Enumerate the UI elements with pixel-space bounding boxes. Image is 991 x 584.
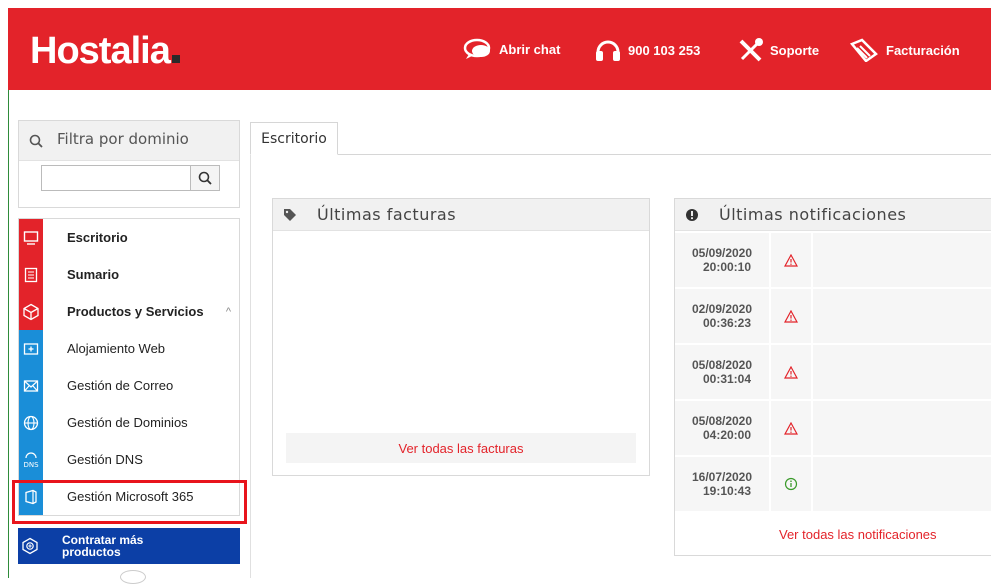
contratar-mas-productos-button[interactable]: Contratar más productos <box>18 528 240 564</box>
billing-button[interactable]: Facturación <box>848 38 960 62</box>
sidebar-item-label: Sumario <box>67 267 120 282</box>
warning-icon <box>784 309 798 323</box>
sidebar-item-label: Escritorio <box>67 230 128 245</box>
tag-icon <box>273 208 307 222</box>
billing-label: Facturación <box>886 42 960 58</box>
ver-todas-notificaciones-link[interactable]: Ver todas las notificaciones <box>675 519 991 549</box>
hexagon-plus-icon <box>18 528 42 564</box>
domain-search-input[interactable] <box>41 165 191 191</box>
notification-date: 05/09/2020 <box>691 246 753 260</box>
plus-box-icon <box>19 330 43 367</box>
tab-bar-border <box>250 154 991 155</box>
sidebar-item-label: Gestión de Dominios <box>67 415 188 430</box>
sidebar-item-correo[interactable]: Gestión de Correo <box>19 367 239 404</box>
search-icon <box>198 171 212 185</box>
notification-row[interactable]: 16/07/2020 19:10:43 <box>675 457 991 511</box>
tab-escritorio[interactable]: Escritorio <box>250 122 338 155</box>
sidebar-menu: Escritorio Sumario Productos y Servicios… <box>18 218 240 516</box>
notification-time: 00:31:04 <box>702 372 752 386</box>
sidebar-item-label: Gestión de Correo <box>67 378 174 393</box>
notification-time: 19:10:43 <box>702 484 752 498</box>
notifications-panel-title: Últimas notificaciones <box>719 205 907 224</box>
svg-text:DNS: DNS <box>23 461 39 469</box>
tools-icon <box>739 38 763 62</box>
sidebar-item-alojamiento[interactable]: Alojamiento Web <box>19 330 239 367</box>
support-button[interactable]: Soporte <box>738 38 819 62</box>
hostalia-logo[interactable]: Hostalia <box>30 30 180 73</box>
notification-row[interactable]: 05/09/2020 20:00:10 <box>675 233 991 287</box>
notification-date: 05/08/2020 <box>691 414 753 428</box>
monitor-icon <box>19 219 43 256</box>
notifications-panel-header: Últimas notificaciones <box>675 199 991 231</box>
domain-search-button[interactable] <box>190 165 220 191</box>
notification-date: 05/08/2020 <box>691 358 753 372</box>
notification-row[interactable]: 02/09/2020 00:36:23 <box>675 289 991 343</box>
notification-row[interactable]: 05/08/2020 04:20:00 <box>675 401 991 455</box>
scroll-handle[interactable] <box>120 570 146 584</box>
dns-icon: DNS <box>19 441 43 478</box>
search-icon <box>29 134 43 148</box>
mail-icon <box>19 367 43 404</box>
sidebar-item-label: Gestión DNS <box>67 452 143 467</box>
main-left-border <box>250 154 251 578</box>
billing-tag-icon <box>849 38 878 62</box>
invoices-panel-header: Últimas facturas <box>273 199 649 231</box>
sidebar-item-dns[interactable]: DNS Gestión DNS <box>19 441 239 478</box>
domain-filter-panel: Filtra por dominio <box>18 120 240 208</box>
chevron-up-icon[interactable]: ^ <box>226 306 231 318</box>
sidebar-item-productos[interactable]: Productos y Servicios ^ <box>19 293 239 330</box>
exclamation-circle-icon <box>675 208 709 222</box>
support-label: Soporte <box>770 42 820 58</box>
cube-icon <box>19 293 43 330</box>
cta-label-line2: productos <box>62 545 121 559</box>
warning-icon <box>784 365 798 379</box>
invoices-panel-title: Últimas facturas <box>317 205 457 224</box>
headset-icon <box>596 40 620 61</box>
sidebar-item-label: Productos y Servicios <box>67 304 204 319</box>
notification-time: 00:36:23 <box>702 316 752 330</box>
notification-date: 02/09/2020 <box>691 302 753 316</box>
warning-icon <box>784 421 798 435</box>
domain-filter-header: Filtra por dominio <box>19 121 239 161</box>
domain-filter-title: Filtra por dominio <box>57 131 189 148</box>
chat-bubble-icon <box>463 38 491 59</box>
info-circle-icon <box>784 477 798 491</box>
notification-date: 16/07/2020 <box>691 470 753 484</box>
notification-time: 20:00:10 <box>702 260 752 274</box>
warning-icon <box>784 253 798 267</box>
sidebar-item-label: Alojamiento Web <box>67 341 166 356</box>
phone-button[interactable]: 900 103 253 <box>594 38 700 62</box>
phone-number: 900 103 253 <box>628 42 701 58</box>
ver-todas-facturas-link[interactable]: Ver todas las facturas <box>286 433 636 463</box>
microsoft365-highlight-box <box>12 480 247 524</box>
globe-icon <box>19 404 43 441</box>
notifications-panel: Últimas notificaciones 05/09/2020 20:00:1… <box>674 198 991 556</box>
top-header: Hostalia Abrir chat 900 103 253 Soporte <box>8 8 991 90</box>
invoices-panel: Últimas facturas Ver todas las facturas <box>272 198 650 476</box>
page-left-border <box>8 90 9 578</box>
list-icon <box>19 256 43 293</box>
sidebar-item-escritorio[interactable]: Escritorio <box>19 219 239 256</box>
sidebar-item-sumario[interactable]: Sumario <box>19 256 239 293</box>
notification-row[interactable]: 05/08/2020 00:31:04 <box>675 345 991 399</box>
sidebar-item-dominios[interactable]: Gestión de Dominios <box>19 404 239 441</box>
chat-button[interactable]: Abrir chat <box>463 38 560 60</box>
chat-label: Abrir chat <box>499 41 561 57</box>
notification-time: 04:20:00 <box>702 428 752 442</box>
